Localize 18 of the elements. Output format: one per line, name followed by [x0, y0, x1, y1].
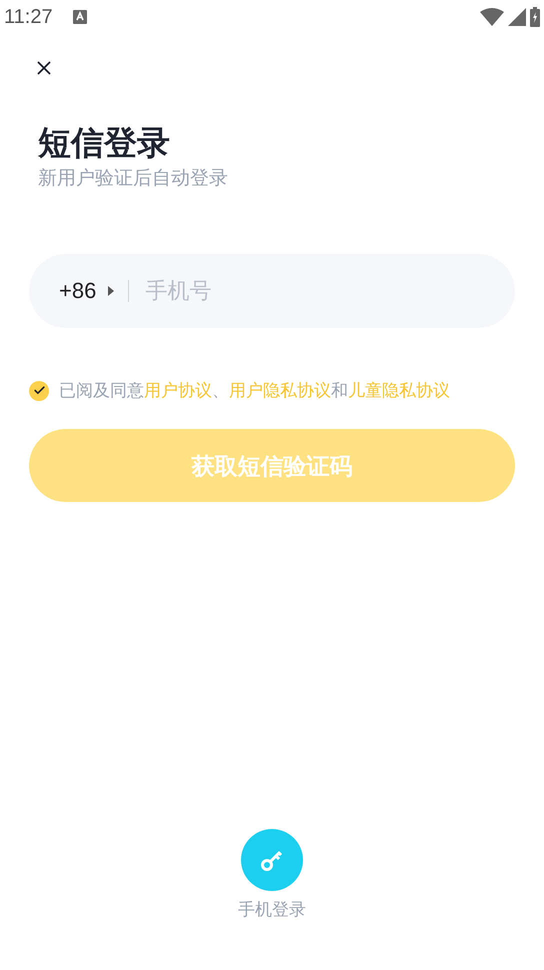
agreement-link[interactable]: 儿童隐私协议: [348, 380, 450, 400]
caret-icon: [108, 286, 114, 296]
agreement-checkbox[interactable]: [29, 380, 49, 400]
signal-icon: [508, 8, 526, 26]
country-code[interactable]: +86: [59, 274, 96, 308]
agreement-text: 已阅及同意用户协议、用户隐私协议和儿童隐私协议: [59, 380, 450, 402]
phone-field[interactable]: +86 手机号: [29, 254, 515, 328]
agreement-link[interactable]: 用户协议: [144, 380, 212, 400]
battery-icon: [530, 7, 540, 27]
agreement-link[interactable]: 用户隐私协议: [229, 380, 331, 400]
check-icon: [32, 384, 46, 397]
alt-login-label: 手机登录: [238, 898, 306, 920]
phone-input[interactable]: 手机号: [145, 274, 485, 308]
status-time: 11:27: [4, 5, 53, 30]
wifi-icon: [480, 8, 504, 26]
notification-icon: [72, 10, 87, 24]
page-subtitle: 新用户验证后自动登录: [38, 167, 229, 192]
page-title: 短信登录: [38, 123, 171, 163]
